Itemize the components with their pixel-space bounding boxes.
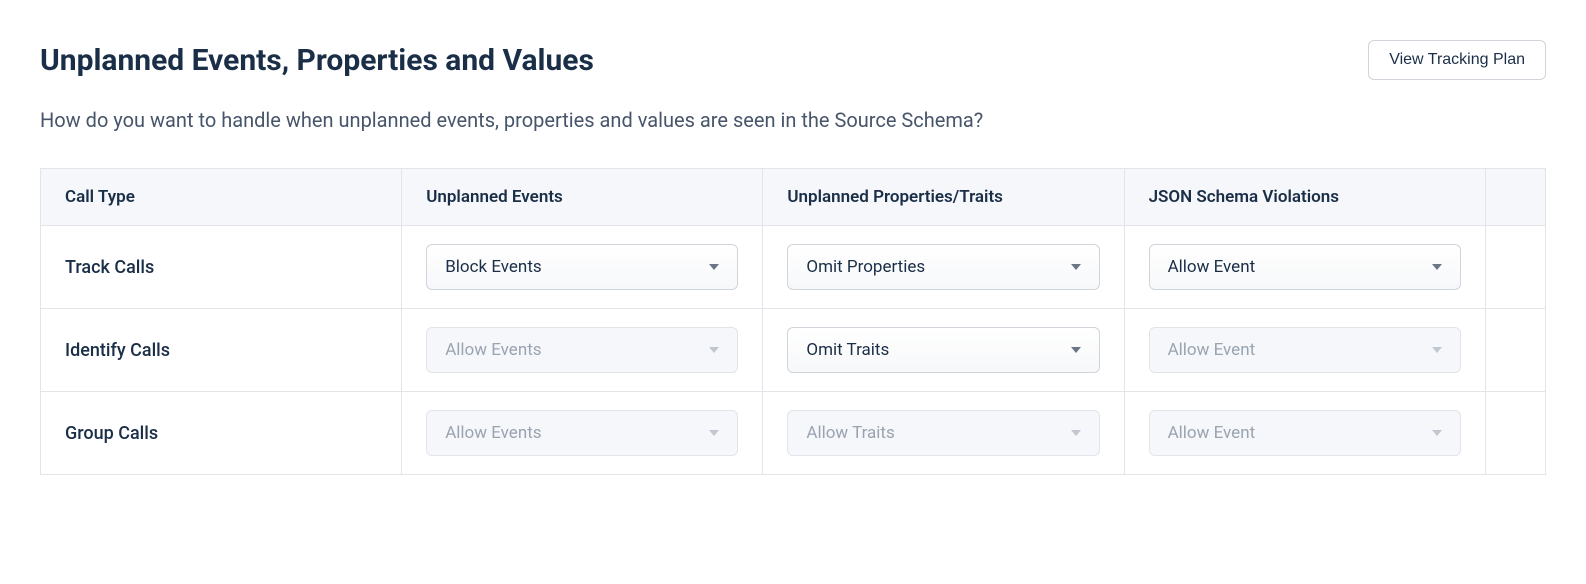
dropdown-value: Allow Event <box>1168 340 1256 360</box>
dropdown-value: Omit Properties <box>806 257 925 277</box>
dropdown-identify-properties[interactable]: Omit Traits <box>787 327 1099 373</box>
chevron-down-icon <box>1432 430 1442 436</box>
table-row: Identify Calls Allow Events Omit Traits … <box>41 309 1546 392</box>
row-label-track: Track Calls <box>65 257 154 278</box>
page-description: How do you want to handle when unplanned… <box>40 108 1546 132</box>
dropdown-track-properties[interactable]: Omit Properties <box>787 244 1099 290</box>
dropdown-value: Allow Events <box>445 423 541 443</box>
dropdown-value: Allow Events <box>445 340 541 360</box>
dropdown-identify-events: Allow Events <box>426 327 738 373</box>
column-header-unplanned-events: Unplanned Events <box>402 169 763 226</box>
table-row: Group Calls Allow Events Allow Traits Al… <box>41 392 1546 475</box>
settings-table: Call Type Unplanned Events Unplanned Pro… <box>40 168 1546 475</box>
dropdown-value: Allow Event <box>1168 257 1256 277</box>
dropdown-identify-json: Allow Event <box>1149 327 1461 373</box>
dropdown-value: Allow Event <box>1168 423 1256 443</box>
chevron-down-icon <box>1071 430 1081 436</box>
page-title: Unplanned Events, Properties and Values <box>40 43 594 78</box>
chevron-down-icon <box>709 264 719 270</box>
row-label-identify: Identify Calls <box>65 340 170 361</box>
dropdown-value: Block Events <box>445 257 541 277</box>
dropdown-group-json: Allow Event <box>1149 410 1461 456</box>
dropdown-group-properties: Allow Traits <box>787 410 1099 456</box>
column-header-extra <box>1485 169 1545 226</box>
dropdown-group-events: Allow Events <box>426 410 738 456</box>
dropdown-value: Omit Traits <box>806 340 889 360</box>
chevron-down-icon <box>709 347 719 353</box>
view-tracking-plan-button[interactable]: View Tracking Plan <box>1368 40 1546 80</box>
table-row: Track Calls Block Events Omit Properties… <box>41 226 1546 309</box>
chevron-down-icon <box>1071 347 1081 353</box>
dropdown-track-events[interactable]: Block Events <box>426 244 738 290</box>
chevron-down-icon <box>1432 264 1442 270</box>
chevron-down-icon <box>1432 347 1442 353</box>
column-header-call-type: Call Type <box>41 169 402 226</box>
chevron-down-icon <box>1071 264 1081 270</box>
dropdown-value: Allow Traits <box>806 423 894 443</box>
chevron-down-icon <box>709 430 719 436</box>
row-label-group: Group Calls <box>65 423 158 444</box>
dropdown-track-json[interactable]: Allow Event <box>1149 244 1461 290</box>
column-header-unplanned-properties: Unplanned Properties/Traits <box>763 169 1124 226</box>
column-header-json-violations: JSON Schema Violations <box>1124 169 1485 226</box>
